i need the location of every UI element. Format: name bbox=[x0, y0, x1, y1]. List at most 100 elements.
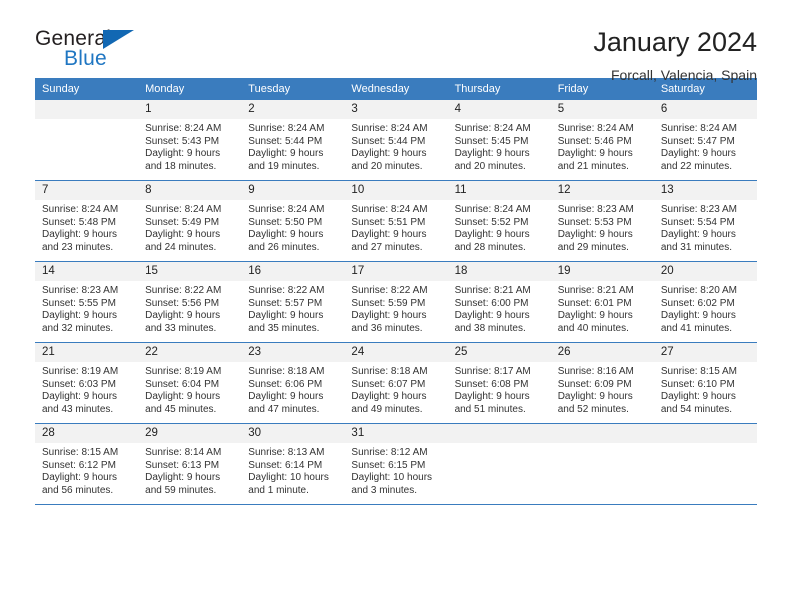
daylight-duration-line2: and 24 minutes. bbox=[145, 241, 217, 253]
calendar-week-row: 1 Sunrise: 8:24 AM Sunset: 5:43 PM Daylight… bbox=[35, 100, 757, 181]
calendar-day-cell[interactable]: 2 Sunrise: 8:24 AM Sunset: 5:44 PM Daylight… bbox=[241, 100, 345, 181]
daylight-duration-line1: Daylight: 9 hours bbox=[351, 229, 427, 241]
day-info: Sunrise: 8:13 AM Sunset: 6:14 PM Daylight:… bbox=[241, 443, 344, 497]
calendar-cell-empty bbox=[447, 423, 551, 505]
daylight-duration-line2: and 43 minutes. bbox=[42, 403, 114, 415]
calendar-day-cell[interactable]: 23 Sunrise: 8:18 AM Sunset: 6:06 PM Dayligh… bbox=[241, 342, 345, 424]
day-info: Sunrise: 8:21 AM Sunset: 6:00 PM Daylight:… bbox=[448, 281, 551, 335]
calendar-week-row: 28 Sunrise: 8:15 AM Sunset: 6:12 PM Dayligh… bbox=[35, 423, 757, 505]
daylight-duration-line2: and 20 minutes. bbox=[454, 160, 526, 172]
daylight-duration-line2: and 26 minutes. bbox=[248, 241, 320, 253]
sunrise-time: Sunrise: 8:17 AM bbox=[454, 366, 531, 377]
sunrise-time: Sunrise: 8:24 AM bbox=[145, 123, 222, 134]
calendar-day-cell[interactable]: 3 Sunrise: 8:24 AM Sunset: 5:44 PM Daylight… bbox=[344, 100, 448, 181]
calendar-day-cell[interactable]: 22 Sunrise: 8:19 AM Sunset: 6:04 PM Dayligh… bbox=[138, 342, 242, 424]
daylight-duration-line1: Daylight: 9 hours bbox=[557, 148, 633, 160]
day-number: 7 bbox=[35, 181, 139, 200]
weekday-header-thursday: Thursday bbox=[447, 78, 551, 100]
calendar-day-cell[interactable]: 19 Sunrise: 8:21 AM Sunset: 6:01 PM Dayligh… bbox=[550, 261, 654, 343]
calendar-day-cell[interactable]: 27 Sunrise: 8:15 AM Sunset: 6:10 PM Dayligh… bbox=[653, 342, 757, 424]
calendar-day-cell[interactable]: 9 Sunrise: 8:24 AM Sunset: 5:50 PM Daylight… bbox=[241, 180, 345, 262]
day-number: 3 bbox=[344, 100, 448, 119]
calendar-day-cell[interactable]: 11 Sunrise: 8:24 AM Sunset: 5:52 PM Dayligh… bbox=[447, 180, 551, 262]
calendar-day-cell[interactable]: 15 Sunrise: 8:22 AM Sunset: 5:56 PM Dayligh… bbox=[138, 261, 242, 343]
calendar-day-cell[interactable]: 24 Sunrise: 8:18 AM Sunset: 6:07 PM Dayligh… bbox=[344, 342, 448, 424]
sunrise-time: Sunrise: 8:13 AM bbox=[248, 447, 325, 458]
day-number bbox=[35, 100, 139, 119]
calendar-day-cell[interactable]: 16 Sunrise: 8:22 AM Sunset: 5:57 PM Dayligh… bbox=[241, 261, 345, 343]
sunset-time: Sunset: 5:51 PM bbox=[351, 216, 426, 228]
calendar-day-cell[interactable]: 5 Sunrise: 8:24 AM Sunset: 5:46 PM Daylight… bbox=[550, 100, 654, 181]
calendar-day-cell[interactable]: 13 Sunrise: 8:23 AM Sunset: 5:54 PM Dayligh… bbox=[653, 180, 757, 262]
day-info: Sunrise: 8:15 AM Sunset: 6:10 PM Daylight:… bbox=[654, 362, 757, 416]
day-number: 15 bbox=[138, 262, 242, 281]
calendar-day-cell[interactable]: 7 Sunrise: 8:24 AM Sunset: 5:48 PM Daylight… bbox=[35, 180, 139, 262]
sunrise-time: Sunrise: 8:24 AM bbox=[145, 204, 222, 215]
calendar-day-cell[interactable]: 29 Sunrise: 8:14 AM Sunset: 6:13 PM Dayligh… bbox=[138, 423, 242, 505]
sunrise-time: Sunrise: 8:15 AM bbox=[660, 366, 737, 377]
weekday-header-tuesday: Tuesday bbox=[241, 78, 345, 100]
calendar-day-cell[interactable]: 6 Sunrise: 8:24 AM Sunset: 5:47 PM Daylight… bbox=[653, 100, 757, 181]
calendar-day-cell[interactable]: 1 Sunrise: 8:24 AM Sunset: 5:43 PM Daylight… bbox=[138, 100, 242, 181]
calendar-day-cell[interactable]: 30 Sunrise: 8:13 AM Sunset: 6:14 PM Dayligh… bbox=[241, 423, 345, 505]
daylight-duration-line1: Daylight: 9 hours bbox=[557, 229, 633, 241]
calendar-day-cell[interactable]: 21 Sunrise: 8:19 AM Sunset: 6:03 PM Dayligh… bbox=[35, 342, 139, 424]
sunset-time: Sunset: 6:01 PM bbox=[557, 297, 632, 309]
sunset-time: Sunset: 6:03 PM bbox=[42, 378, 116, 390]
sunrise-time: Sunrise: 8:12 AM bbox=[351, 447, 428, 458]
day-info: Sunrise: 8:24 AM Sunset: 5:52 PM Daylight:… bbox=[448, 200, 551, 254]
daylight-duration-line2: and 40 minutes. bbox=[557, 322, 629, 334]
calendar-cell-empty bbox=[35, 100, 139, 181]
calendar-day-cell[interactable]: 4 Sunrise: 8:24 AM Sunset: 5:45 PM Daylight… bbox=[447, 100, 551, 181]
day-number: 27 bbox=[653, 343, 757, 362]
daylight-duration-line2: and 41 minutes. bbox=[660, 322, 733, 334]
calendar-day-cell[interactable]: 18 Sunrise: 8:21 AM Sunset: 6:00 PM Dayligh… bbox=[447, 261, 551, 343]
daylight-duration-line1: Daylight: 9 hours bbox=[660, 148, 736, 160]
day-number: 30 bbox=[241, 424, 345, 443]
day-number: 22 bbox=[138, 343, 242, 362]
sunrise-time: Sunrise: 8:24 AM bbox=[454, 204, 531, 215]
calendar-week-row: 21 Sunrise: 8:19 AM Sunset: 6:03 PM Dayligh… bbox=[35, 342, 757, 424]
sunset-time: Sunset: 5:56 PM bbox=[145, 297, 220, 309]
sunrise-time: Sunrise: 8:24 AM bbox=[660, 123, 737, 134]
day-number: 4 bbox=[447, 100, 551, 119]
brand-name-blue: Blue bbox=[64, 47, 107, 70]
daylight-duration-line1: Daylight: 9 hours bbox=[660, 391, 736, 403]
daylight-duration-line2: and 23 minutes. bbox=[42, 241, 114, 253]
sunset-time: Sunset: 5:46 PM bbox=[557, 135, 632, 147]
calendar-day-cell[interactable]: 26 Sunrise: 8:16 AM Sunset: 6:09 PM Dayligh… bbox=[550, 342, 654, 424]
day-number: 21 bbox=[35, 343, 139, 362]
daylight-duration-line2: and 36 minutes. bbox=[351, 322, 423, 334]
calendar-day-cell[interactable]: 20 Sunrise: 8:20 AM Sunset: 6:02 PM Dayligh… bbox=[653, 261, 757, 343]
calendar-day-cell[interactable]: 12 Sunrise: 8:23 AM Sunset: 5:53 PM Dayligh… bbox=[550, 180, 654, 262]
calendar-day-cell[interactable]: 31 Sunrise: 8:12 AM Sunset: 6:15 PM Dayligh… bbox=[344, 423, 448, 505]
day-info: Sunrise: 8:24 AM Sunset: 5:44 PM Daylight:… bbox=[344, 119, 447, 173]
daylight-duration-line2: and 19 minutes. bbox=[248, 160, 320, 172]
day-info: Sunrise: 8:17 AM Sunset: 6:08 PM Daylight:… bbox=[448, 362, 551, 416]
calendar-day-cell[interactable]: 28 Sunrise: 8:15 AM Sunset: 6:12 PM Dayligh… bbox=[35, 423, 139, 505]
calendar-week-row: 14 Sunrise: 8:23 AM Sunset: 5:55 PM Dayligh… bbox=[35, 261, 757, 343]
calendar-day-cell[interactable]: 14 Sunrise: 8:23 AM Sunset: 5:55 PM Dayligh… bbox=[35, 261, 139, 343]
sunset-time: Sunset: 5:44 PM bbox=[351, 135, 426, 147]
day-number: 10 bbox=[344, 181, 448, 200]
calendar-day-cell[interactable]: 10 Sunrise: 8:24 AM Sunset: 5:51 PM Dayligh… bbox=[344, 180, 448, 262]
day-number: 29 bbox=[138, 424, 242, 443]
calendar-day-cell[interactable]: 25 Sunrise: 8:17 AM Sunset: 6:08 PM Dayligh… bbox=[447, 342, 551, 424]
sunrise-time: Sunrise: 8:22 AM bbox=[248, 285, 325, 296]
day-info: Sunrise: 8:21 AM Sunset: 6:01 PM Daylight:… bbox=[551, 281, 654, 335]
sunset-time: Sunset: 5:50 PM bbox=[248, 216, 323, 228]
sunset-time: Sunset: 5:47 PM bbox=[660, 135, 735, 147]
calendar-day-cell[interactable]: 8 Sunrise: 8:24 AM Sunset: 5:49 PM Daylight… bbox=[138, 180, 242, 262]
daylight-duration-line2: and 20 minutes. bbox=[351, 160, 423, 172]
day-info: Sunrise: 8:24 AM Sunset: 5:51 PM Daylight:… bbox=[344, 200, 447, 254]
daylight-duration-line1: Daylight: 9 hours bbox=[454, 229, 530, 241]
general-blue-logo[interactable]: General Blue bbox=[35, 27, 155, 75]
day-number: 14 bbox=[35, 262, 139, 281]
daylight-duration-line2: and 27 minutes. bbox=[351, 241, 423, 253]
sunrise-time: Sunrise: 8:24 AM bbox=[454, 123, 531, 134]
calendar-day-cell[interactable]: 17 Sunrise: 8:22 AM Sunset: 5:59 PM Dayligh… bbox=[344, 261, 448, 343]
daylight-duration-line1: Daylight: 9 hours bbox=[42, 472, 118, 484]
sunset-time: Sunset: 5:54 PM bbox=[660, 216, 735, 228]
daylight-duration-line1: Daylight: 9 hours bbox=[145, 391, 221, 403]
daylight-duration-line2: and 52 minutes. bbox=[557, 403, 629, 415]
